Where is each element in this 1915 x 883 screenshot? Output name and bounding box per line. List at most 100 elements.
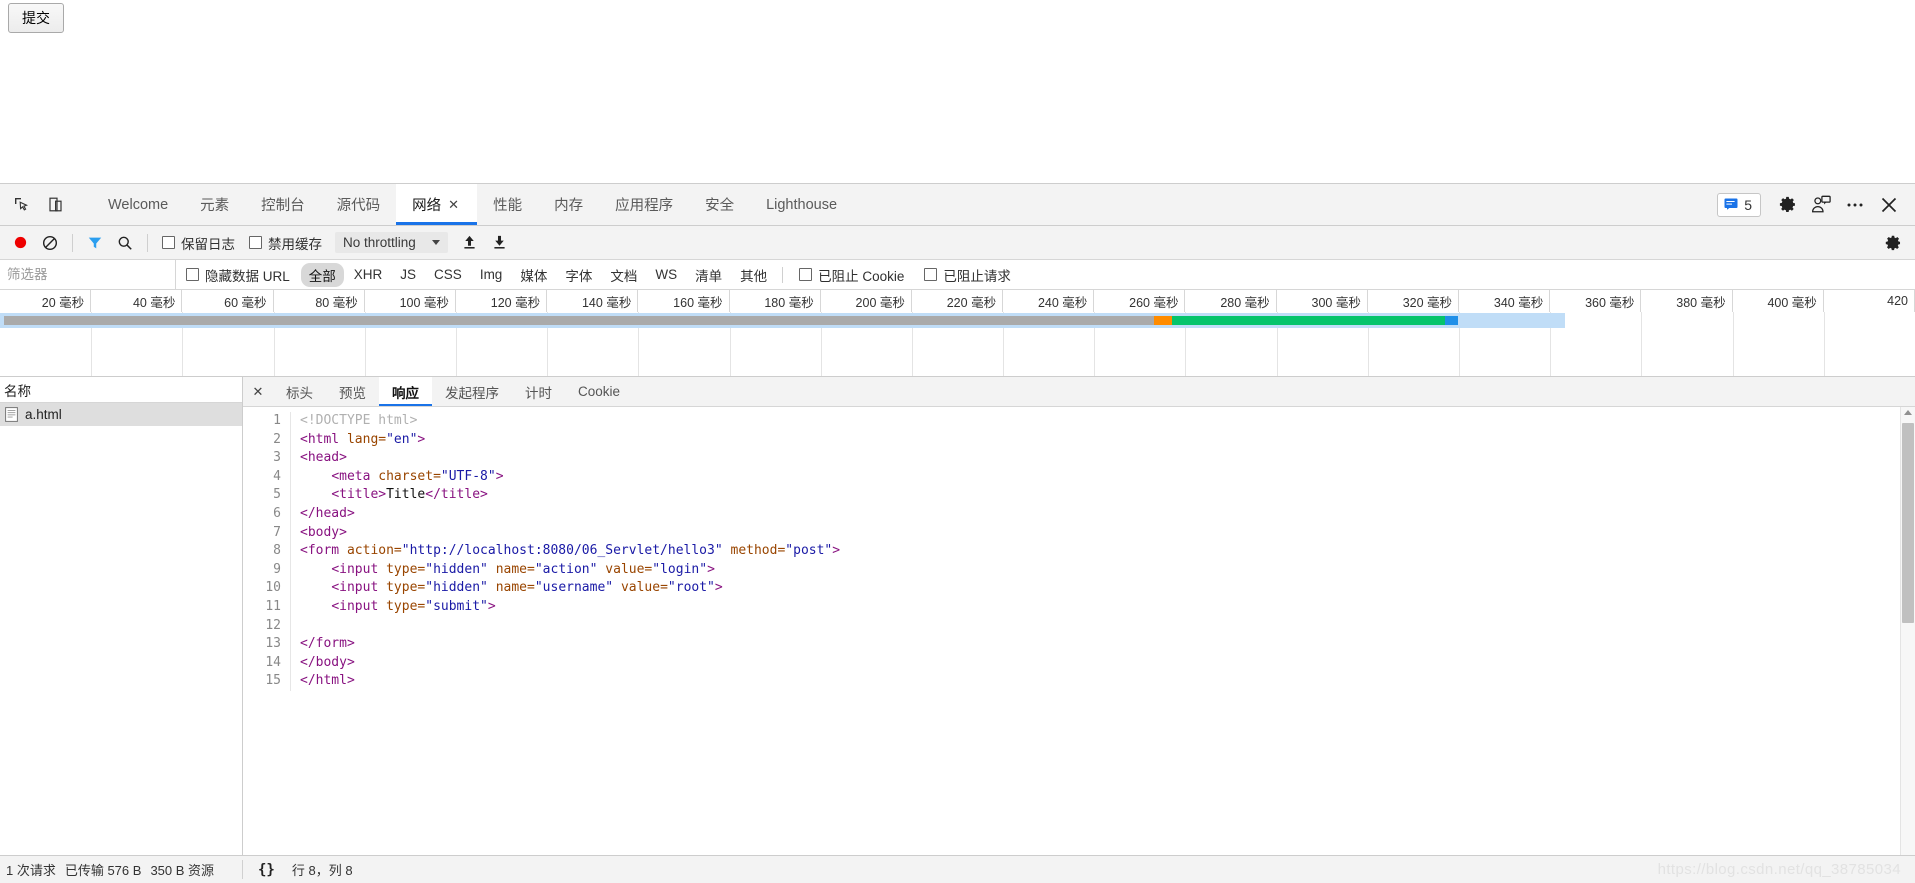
preserve-log-checkbox[interactable]: 保留日志 <box>162 233 235 253</box>
code-line: 12 <box>243 616 1900 636</box>
filter-type-media[interactable]: 媒体 <box>512 263 555 287</box>
code-text: <form action="http://localhost:8080/06_S… <box>300 543 841 559</box>
filter-type-img[interactable]: Img <box>472 265 511 284</box>
line-number: 9 <box>243 560 291 580</box>
timeline-tick: 300 毫秒 <box>1277 290 1368 312</box>
tab-label: Welcome <box>108 196 169 213</box>
filter-type-all[interactable]: 全部 <box>300 262 344 287</box>
import-har-icon[interactable] <box>456 230 484 256</box>
network-overview-timeline[interactable]: 20 毫秒 40 毫秒 60 毫秒 80 毫秒 100 毫秒 120 毫秒 140 毫秒 16… <box>0 290 1915 377</box>
line-number: 10 <box>243 579 291 598</box>
tab-application[interactable]: 应用程序 <box>599 184 689 225</box>
code-text: <meta charset="UTF-8"> <box>331 468 504 484</box>
response-body-viewer: 1 <!DOCTYPE html> 2 <html lang="en"> 3 <head>… <box>243 407 1915 855</box>
tab-network[interactable]: 网络 ✕ <box>396 184 478 225</box>
network-filter-bar: 隐藏数据 URL 全部 XHR JS CSS Img 媒体 字体 文档 WS 清… <box>0 259 1915 290</box>
tab-preview[interactable]: 预览 <box>326 377 379 406</box>
code-text: </body> <box>300 654 355 670</box>
tab-timing[interactable]: 计时 <box>512 377 565 406</box>
record-button[interactable] <box>6 230 34 256</box>
code-text: <body> <box>300 524 347 540</box>
code-text: <input type="hidden" name="action" value… <box>331 561 715 577</box>
export-har-icon[interactable] <box>486 230 514 256</box>
filter-toggle-icon[interactable] <box>81 230 109 256</box>
close-devtools-icon[interactable] <box>1873 190 1905 220</box>
tab-response[interactable]: 响应 <box>379 377 432 406</box>
message-count-badge[interactable]: 5 <box>1717 192 1761 217</box>
timeline-tick: 320 毫秒 <box>1368 290 1460 312</box>
tab-headers[interactable]: 标头 <box>273 377 326 406</box>
submit-button[interactable]: 提交 <box>8 3 64 33</box>
timeline-tick: 260 毫秒 <box>1094 290 1186 312</box>
close-detail-icon[interactable]: ✕ <box>243 377 273 406</box>
timeline-tick: 60 毫秒 <box>182 290 274 312</box>
network-settings-gear-icon[interactable] <box>1879 230 1907 256</box>
tab-label: 安全 <box>705 198 735 214</box>
vertical-scrollbar[interactable] <box>1900 407 1915 855</box>
code-text: <title>Title</title> <box>331 487 488 503</box>
line-number: 4 <box>243 467 291 487</box>
checkbox-box <box>162 236 175 249</box>
tab-initiator[interactable]: 发起程序 <box>432 377 512 406</box>
devtools-tab-list: Welcome 元素 控制台 源代码 网络 ✕ 性能 内存 应用程序 安全 Li… <box>92 184 853 225</box>
feedback-icon[interactable] <box>1805 190 1837 220</box>
clear-button[interactable] <box>36 230 64 256</box>
waterfall-stalled-segment <box>1154 316 1172 325</box>
devtools-tabbar: Welcome 元素 控制台 源代码 网络 ✕ 性能 内存 应用程序 安全 Li… <box>0 184 1915 226</box>
blocked-requests-checkbox[interactable]: 已阻止请求 <box>924 265 1011 285</box>
close-icon[interactable]: ✕ <box>446 196 461 213</box>
chevron-down-icon <box>431 240 440 245</box>
checkbox-box <box>924 268 938 281</box>
tab-sources[interactable]: 源代码 <box>321 184 397 225</box>
scroll-up-arrow-icon[interactable] <box>1904 410 1912 415</box>
disable-cache-label: 禁用缓存 <box>268 236 322 252</box>
more-options-icon[interactable] <box>1839 190 1871 220</box>
tab-cookie[interactable]: Cookie <box>565 377 633 406</box>
waterfall-download-segment <box>1445 316 1458 325</box>
blocked-requests-label: 已阻止请求 <box>943 268 1011 284</box>
tab-welcome[interactable]: Welcome <box>92 184 184 225</box>
tab-elements[interactable]: 元素 <box>184 184 245 225</box>
line-number: 7 <box>243 523 291 543</box>
source-code[interactable]: 1 <!DOCTYPE html> 2 <html lang="en"> 3 <head>… <box>243 407 1900 855</box>
search-icon[interactable] <box>111 230 139 256</box>
blocked-cookies-checkbox[interactable]: 已阻止 Cookie <box>799 265 904 285</box>
filter-type-doc[interactable]: 文档 <box>602 263 645 287</box>
device-toolbar-icon[interactable] <box>40 190 70 220</box>
line-number: 2 <box>243 430 291 450</box>
filter-type-other[interactable]: 其他 <box>732 263 775 287</box>
inspect-element-icon[interactable] <box>6 190 36 220</box>
line-number: 8 <box>243 542 291 561</box>
code-text: <input type="hidden" name="username" val… <box>331 580 723 596</box>
tab-performance[interactable]: 性能 <box>477 184 538 225</box>
filter-type-ws[interactable]: WS <box>647 265 685 284</box>
filter-type-font[interactable]: 字体 <box>557 263 600 287</box>
filter-type-xhr[interactable]: XHR <box>346 265 391 284</box>
filter-input[interactable] <box>0 259 176 290</box>
filter-type-manifest[interactable]: 清单 <box>687 263 730 287</box>
timeline-tick: 100 毫秒 <box>365 290 456 312</box>
filter-type-js[interactable]: JS <box>392 265 424 284</box>
filter-type-css[interactable]: CSS <box>426 265 470 284</box>
timeline-tick: 220 毫秒 <box>912 290 1004 312</box>
throttling-dropdown[interactable]: No throttling <box>335 232 448 253</box>
checkbox-box <box>249 236 262 249</box>
settings-gear-icon[interactable] <box>1771 190 1803 220</box>
table-row[interactable]: a.html <box>0 403 242 426</box>
tab-label: 元素 <box>200 198 230 214</box>
hide-data-urls-checkbox[interactable]: 隐藏数据 URL <box>186 265 290 285</box>
line-number: 13 <box>243 635 291 654</box>
tab-security[interactable]: 安全 <box>689 184 750 225</box>
tab-label: 内存 <box>554 198 584 214</box>
pretty-print-button[interactable]: {} <box>255 861 278 879</box>
tab-lighthouse[interactable]: Lighthouse <box>750 184 853 225</box>
tab-console[interactable]: 控制台 <box>245 184 321 225</box>
code-line: 5 <title>Title</title> <box>243 486 1900 505</box>
tab-memory[interactable]: 内存 <box>538 184 599 225</box>
timeline-tick: 340 毫秒 <box>1459 290 1551 312</box>
editor-status: {} 行 8，列 8 <box>243 860 353 879</box>
network-status-bar: 1 次请求 已传输 576 B 350 B 资源 {} 行 8，列 8 http… <box>0 855 1915 883</box>
scrollbar-thumb[interactable] <box>1902 423 1914 623</box>
disable-cache-checkbox[interactable]: 禁用缓存 <box>249 233 322 253</box>
tab-label: 控制台 <box>261 198 305 214</box>
